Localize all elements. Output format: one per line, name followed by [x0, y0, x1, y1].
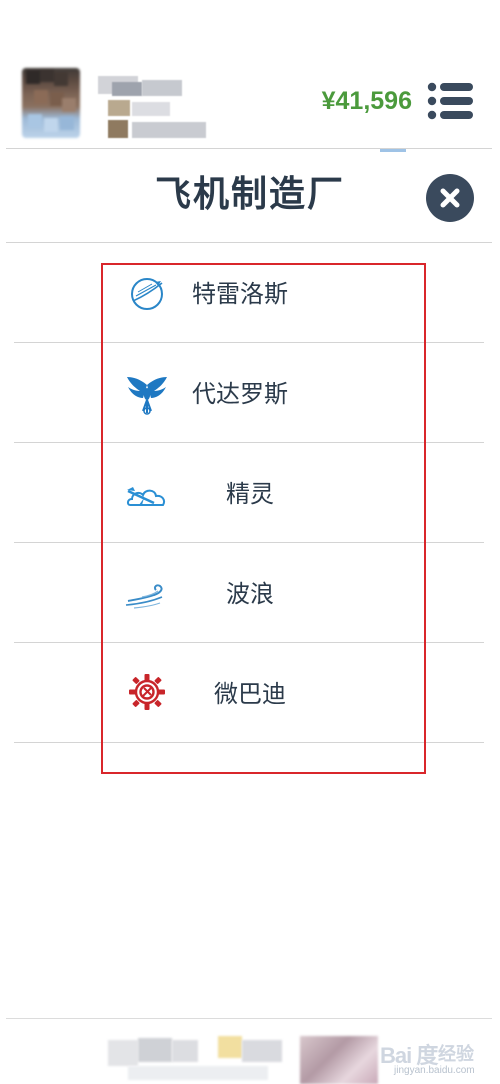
watermark-text: 经验	[438, 1044, 474, 1064]
footer-divider	[6, 1018, 492, 1019]
close-button[interactable]	[426, 174, 474, 222]
username-blurred	[98, 76, 220, 142]
page-title: 飞机制造厂	[154, 174, 345, 215]
avatar-hair	[40, 68, 54, 82]
avatar[interactable]	[22, 68, 80, 138]
blur-block	[108, 1040, 138, 1066]
footer-thumbnail	[300, 1036, 378, 1084]
avatar-shirt	[60, 116, 74, 130]
avatar-face	[62, 98, 76, 112]
item-label: 波浪	[226, 580, 274, 608]
blur-block	[242, 1040, 282, 1062]
top-bar: ¥41,596	[0, 0, 500, 148]
avatar-hair	[26, 70, 40, 84]
winged-phoenix-icon	[124, 371, 170, 417]
blur-block	[108, 100, 130, 116]
coin-balance: ¥41,596	[321, 87, 412, 115]
blur-block	[172, 1040, 198, 1062]
gear-wrench-icon	[124, 669, 170, 715]
list-item-wave[interactable]: 波浪	[14, 543, 484, 643]
hamburger-menu-icon[interactable]	[426, 82, 474, 120]
avatar-hair	[54, 72, 68, 86]
blur-block	[108, 120, 128, 138]
blur-block	[128, 1066, 268, 1080]
close-icon	[440, 188, 460, 208]
item-label: 精灵	[226, 480, 274, 508]
avatar-shirt	[28, 114, 42, 128]
avatar-shirt	[44, 118, 58, 132]
blur-block	[142, 80, 182, 96]
list-item-sprite[interactable]: 精灵	[14, 443, 484, 543]
blur-block	[138, 1038, 172, 1062]
blur-block	[132, 102, 170, 116]
blur-block	[218, 1036, 242, 1058]
item-label: 代达罗斯	[192, 380, 288, 408]
baidu-watermark: Bai 度 经验 jingyan.baidu.com	[380, 1038, 496, 1078]
blur-block	[132, 122, 206, 138]
footer-blurred-content	[108, 1036, 288, 1084]
wave-icon	[124, 571, 170, 617]
avatar-face	[34, 90, 48, 104]
item-label: 特雷洛斯	[192, 280, 288, 308]
header-divider	[6, 148, 492, 149]
active-tab-indicator	[380, 149, 406, 152]
list-item-webadi[interactable]: 微巴迪	[14, 643, 484, 743]
list-item-daedalus[interactable]: 代达罗斯	[14, 343, 484, 443]
blur-block	[112, 82, 142, 96]
list-item-telos[interactable]: 特雷洛斯	[14, 243, 484, 343]
cloud-plane-icon	[124, 473, 170, 519]
jet-planet-icon	[124, 271, 170, 317]
item-label: 微巴迪	[214, 680, 286, 708]
watermark-url: jingyan.baidu.com	[394, 1065, 475, 1076]
row-divider	[14, 742, 484, 743]
